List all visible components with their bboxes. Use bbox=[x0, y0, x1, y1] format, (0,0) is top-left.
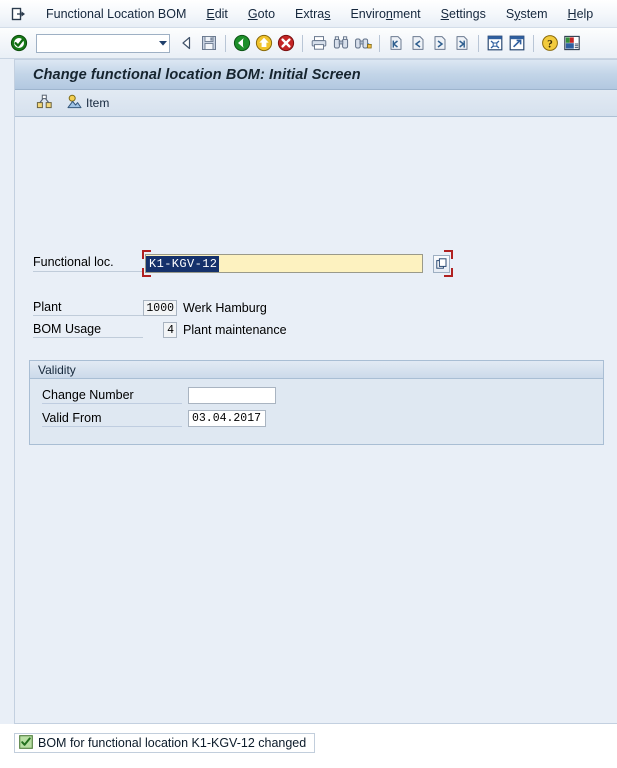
valid-from-row: Valid From 03.04.2017 bbox=[42, 410, 266, 427]
validity-group-title-label: Validity bbox=[38, 362, 76, 377]
focus-bracket-top-right bbox=[444, 250, 453, 259]
back-green-arrow-icon[interactable] bbox=[231, 32, 253, 54]
first-page-icon[interactable] bbox=[385, 32, 407, 54]
menu-item-functional-location-bom[interactable]: Functional Location BOM bbox=[36, 5, 196, 23]
functional-location-input[interactable]: K1-KGV-12 bbox=[145, 254, 423, 273]
status-bar: BOM for functional location K1-KGV-12 ch… bbox=[0, 724, 617, 768]
menu-item-settings[interactable]: Settings bbox=[431, 5, 496, 23]
menu-item-extras[interactable]: Extras bbox=[285, 5, 340, 23]
structure-overview-icon bbox=[36, 94, 53, 113]
bom-usage-row: BOM Usage 4 Plant maintenance bbox=[33, 322, 287, 338]
page-title: Change functional location BOM: Initial … bbox=[33, 66, 361, 83]
screen-frame: Change functional location BOM: Initial … bbox=[14, 59, 617, 724]
status-message[interactable]: BOM for functional location K1-KGV-12 ch… bbox=[14, 733, 316, 753]
status-message-text: BOM for functional location K1-KGV-12 ch… bbox=[38, 736, 307, 750]
menu-item-help[interactable]: Help bbox=[558, 5, 604, 23]
exit-yellow-arrow-icon[interactable] bbox=[253, 32, 275, 54]
svg-text:?: ? bbox=[547, 38, 553, 50]
command-history-dropdown-icon[interactable] bbox=[156, 35, 169, 52]
find-next-binoculars-icon[interactable] bbox=[352, 32, 374, 54]
plant-description: Werk Hamburg bbox=[183, 301, 267, 315]
find-binoculars-icon[interactable] bbox=[330, 32, 352, 54]
menu-item-system[interactable]: System bbox=[496, 5, 558, 23]
command-input[interactable] bbox=[37, 33, 157, 53]
bom-usage-value: 4 bbox=[167, 323, 174, 337]
menu-label: Functional Location BOM bbox=[46, 6, 187, 21]
toolbar-separator bbox=[225, 34, 226, 52]
next-page-icon[interactable] bbox=[429, 32, 451, 54]
plant-input[interactable]: 1000 bbox=[143, 300, 177, 316]
plant-row: Plant 1000 Werk Hamburg bbox=[33, 300, 267, 316]
print-icon[interactable] bbox=[308, 32, 330, 54]
menu-item-environment[interactable]: Environment bbox=[340, 5, 430, 23]
menu-item-goto[interactable]: Goto bbox=[238, 5, 285, 23]
validity-group-box: Validity Change Number Valid From 03.04.… bbox=[29, 360, 604, 445]
toolbar-separator bbox=[478, 34, 479, 52]
item-overview-label: Item bbox=[86, 96, 110, 110]
plant-value: 1000 bbox=[146, 301, 174, 315]
help-question-icon[interactable]: ? bbox=[539, 32, 561, 54]
customize-layout-icon[interactable] bbox=[561, 32, 583, 54]
success-check-icon bbox=[19, 734, 33, 752]
application-toolbar: Item bbox=[15, 90, 617, 117]
standard-toolbar: ? bbox=[0, 28, 617, 59]
back-triangle-icon[interactable] bbox=[176, 32, 198, 54]
focus-bracket-bottom-right bbox=[444, 268, 453, 277]
screen-title-bar: Change functional location BOM: Initial … bbox=[15, 60, 617, 90]
create-shortcut-icon[interactable] bbox=[506, 32, 528, 54]
valid-from-input[interactable]: 03.04.2017 bbox=[188, 410, 266, 427]
functional-location-label: Functional loc. bbox=[33, 255, 143, 272]
item-overview-icon bbox=[66, 94, 83, 113]
item-overview-button[interactable]: Item bbox=[61, 93, 114, 114]
valid-from-value: 03.04.2017 bbox=[192, 412, 262, 425]
toolbar-separator bbox=[533, 34, 534, 52]
bom-usage-description: Plant maintenance bbox=[183, 323, 287, 337]
change-number-label: Change Number bbox=[42, 388, 182, 404]
last-page-icon[interactable] bbox=[451, 32, 473, 54]
enter-check-icon[interactable] bbox=[8, 32, 30, 54]
create-session-icon[interactable] bbox=[484, 32, 506, 54]
bom-usage-input[interactable]: 4 bbox=[163, 322, 177, 338]
change-number-input[interactable] bbox=[188, 387, 276, 404]
focus-bracket-top-left bbox=[142, 250, 151, 259]
bom-usage-label: BOM Usage bbox=[33, 322, 143, 338]
menu-item-edit[interactable]: Edit bbox=[196, 5, 238, 23]
plant-label: Plant bbox=[33, 300, 143, 316]
functional-location-row: Functional loc. K1-KGV-12 bbox=[33, 250, 453, 277]
save-disk-icon[interactable] bbox=[198, 32, 220, 54]
command-field[interactable] bbox=[36, 33, 170, 53]
structure-overview-button[interactable] bbox=[31, 93, 58, 114]
validity-group-title: Validity bbox=[30, 361, 603, 379]
change-number-row: Change Number bbox=[42, 387, 276, 404]
functional-location-field-wrapper: K1-KGV-12 bbox=[142, 250, 453, 277]
cancel-red-x-icon[interactable] bbox=[275, 32, 297, 54]
menu-bar: Functional Location BOM Edit Goto Extras… bbox=[0, 0, 617, 28]
system-menu-icon[interactable] bbox=[10, 6, 28, 22]
functional-location-value: K1-KGV-12 bbox=[146, 255, 220, 272]
focus-bracket-bottom-left bbox=[142, 268, 151, 277]
form-canvas: Functional loc. K1-KGV-12 Plant 1000 Wer… bbox=[15, 118, 617, 724]
toolbar-separator bbox=[302, 34, 303, 52]
valid-from-label: Valid From bbox=[42, 411, 182, 427]
previous-page-icon[interactable] bbox=[407, 32, 429, 54]
toolbar-separator bbox=[379, 34, 380, 52]
screen-area: Change functional location BOM: Initial … bbox=[0, 59, 617, 724]
